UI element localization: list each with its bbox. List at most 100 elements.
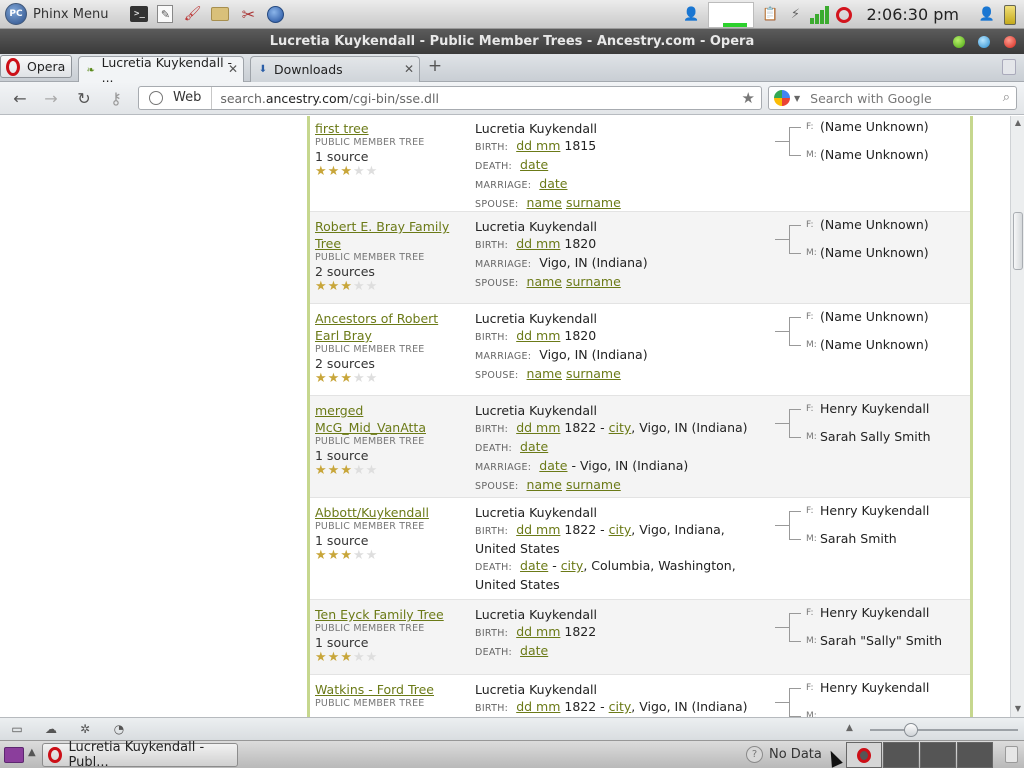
google-icon[interactable] xyxy=(774,90,790,106)
tree-name-link[interactable]: Ten Eyck Family Tree xyxy=(315,606,465,623)
closed-tabs-trash-icon[interactable] xyxy=(1002,59,1016,75)
minimize-button[interactable] xyxy=(953,36,965,48)
scroll-down-icon[interactable]: ▼ xyxy=(1013,704,1023,714)
tab-lucretia[interactable]: ❧ Lucretia Kuykendall - ... ✕ xyxy=(78,55,244,85)
tree-name-link[interactable]: Watkins - Ford Tree xyxy=(315,681,465,698)
battery-icon[interactable] xyxy=(1004,4,1016,25)
reload-icon[interactable]: ↻ xyxy=(74,89,94,108)
phinx-menu-button[interactable]: Phinx Menu xyxy=(33,7,108,22)
fact-link[interactable]: surname xyxy=(566,477,621,492)
zoom-slider-knob[interactable] xyxy=(904,723,918,737)
fact-link[interactable]: date xyxy=(520,157,548,172)
clock[interactable]: 2:06:30 pm xyxy=(866,5,959,24)
star-icon: ★ xyxy=(352,650,366,665)
fact-link[interactable]: surname xyxy=(566,195,621,210)
fact-link[interactable]: dd mm xyxy=(516,624,560,639)
scroll-up-icon[interactable]: ▲ xyxy=(1013,118,1023,128)
search-icon[interactable]: ⌕ xyxy=(1003,90,1010,105)
fact-line: SPOUSE: name surname xyxy=(475,365,765,384)
workspace-pager[interactable] xyxy=(846,742,994,768)
tree-type: PUBLIC MEMBER TREE xyxy=(315,521,425,532)
speed-dial-icon[interactable]: ◔ xyxy=(111,722,127,736)
tools-icon[interactable]: ✂ xyxy=(238,4,258,24)
signal-icon[interactable] xyxy=(810,5,830,24)
chevron-up-icon[interactable]: ▲ xyxy=(28,747,36,758)
fact-link[interactable]: city xyxy=(609,522,632,537)
unite-cloud-icon[interactable]: ☁ xyxy=(43,722,59,736)
fact-link[interactable]: surname xyxy=(566,366,621,381)
parents-column: F: (Name Unknown) M: (Name Unknown) xyxy=(775,120,965,176)
window-titlebar[interactable]: Lucretia Kuykendall - Public Member Tree… xyxy=(0,29,1024,54)
person-column: Lucretia Kuykendall BIRTH: dd mm 1822 - ci… xyxy=(475,504,765,593)
network-icon[interactable]: ⚡ xyxy=(786,6,804,24)
fact-link[interactable]: name xyxy=(527,477,562,492)
back-arrow-icon[interactable]: ← xyxy=(10,89,30,108)
chevron-down-icon[interactable]: ▼ xyxy=(794,94,800,103)
terminal-icon[interactable]: >_ xyxy=(130,6,149,22)
close-tab-icon[interactable]: ✕ xyxy=(228,62,238,76)
forward-arrow-icon[interactable]: → xyxy=(41,89,61,108)
fact-link[interactable]: dd mm xyxy=(516,420,560,435)
workspace-1[interactable] xyxy=(846,742,882,768)
clipboard-icon[interactable]: 📋 xyxy=(761,6,779,24)
text-editor-icon[interactable]: ✎ xyxy=(157,5,174,23)
tree-name-link[interactable]: first tree xyxy=(315,120,465,137)
user-switch-icon[interactable]: 👤 xyxy=(978,6,996,24)
fact-link[interactable]: city xyxy=(609,420,632,435)
fact-link[interactable]: date xyxy=(520,558,548,573)
weather-icon[interactable]: ? xyxy=(746,746,763,763)
workspace-4[interactable] xyxy=(957,742,993,768)
taskbar-window-button[interactable]: Lucretia Kuykendall - Publ... xyxy=(42,740,238,770)
turbo-icon[interactable]: ✲ xyxy=(77,722,93,736)
vertical-scrollbar[interactable]: ▲ ▼ xyxy=(1010,116,1024,717)
fact-link[interactable]: city xyxy=(609,699,632,714)
fact-link[interactable]: city xyxy=(561,558,584,573)
phinx-menu-logo-icon[interactable]: PC xyxy=(5,3,27,25)
workspace-2[interactable] xyxy=(883,742,919,768)
user-icon[interactable]: 👤 xyxy=(682,6,700,24)
fact-link[interactable]: dd mm xyxy=(516,236,560,251)
app-menu-icon[interactable] xyxy=(4,747,24,763)
address-field[interactable]: Web search.ancestry.com/cgi-bin/sse.dll … xyxy=(138,86,762,110)
url-text[interactable]: search.ancestry.com/cgi-bin/sse.dll xyxy=(220,91,439,106)
tree-name-link[interactable]: Ancestors of Robert Earl Bray xyxy=(315,310,465,344)
globe-icon[interactable] xyxy=(267,5,285,23)
paint-icon[interactable]: 🖌 xyxy=(182,4,202,24)
zoom-slider-track[interactable] xyxy=(870,729,1018,731)
scrollbar-thumb[interactable] xyxy=(1013,212,1023,270)
fact-link[interactable]: date xyxy=(539,458,567,473)
tree-name-link[interactable]: Abbott/Kuykendall xyxy=(315,504,465,521)
folder-icon[interactable] xyxy=(211,7,230,21)
fact-link[interactable]: date xyxy=(520,439,548,454)
fact-link[interactable]: name xyxy=(527,366,562,381)
close-tab-icon[interactable]: ✕ xyxy=(404,62,414,76)
search-field[interactable]: ▼ Search with Google ⌕ xyxy=(768,86,1017,110)
panel-toggle-icon[interactable]: ▭ xyxy=(9,722,25,736)
fact-link[interactable]: dd mm xyxy=(516,699,560,714)
fact-link[interactable]: dd mm xyxy=(516,328,560,343)
key-icon[interactable]: ⚷ xyxy=(106,89,126,108)
bookmark-star-icon[interactable]: ★ xyxy=(742,89,755,107)
web-badge[interactable]: Web xyxy=(173,87,213,109)
fact-link[interactable]: name xyxy=(527,274,562,289)
close-window-button[interactable] xyxy=(1004,36,1016,48)
fact-link[interactable]: date xyxy=(520,643,548,658)
tree-name-link[interactable]: merged McG_Mid_VanAtta xyxy=(315,402,465,436)
opera-icon[interactable] xyxy=(836,6,853,23)
weather-status[interactable]: No Data xyxy=(769,747,822,762)
fact-link[interactable]: date xyxy=(539,176,567,191)
trash-icon[interactable] xyxy=(1005,746,1018,763)
tree-name-link[interactable]: Robert E. Bray Family Tree xyxy=(315,218,465,252)
new-tab-icon[interactable]: + xyxy=(427,58,443,75)
fact-link[interactable]: surname xyxy=(566,274,621,289)
zoom-arrow-icon[interactable]: ▲ xyxy=(846,723,853,733)
fact-link[interactable]: dd mm xyxy=(516,522,560,537)
star-icon: ★ xyxy=(365,463,379,478)
tab-downloads[interactable]: ⬇ Downloads ✕ xyxy=(250,56,420,82)
fact-link[interactable]: name xyxy=(527,195,562,210)
workspace-3[interactable] xyxy=(920,742,956,768)
fact-link[interactable]: dd mm xyxy=(516,138,560,153)
fact-line: BIRTH: dd mm 1820 xyxy=(475,327,765,346)
maximize-button[interactable] xyxy=(978,36,990,48)
opera-menu-button[interactable]: Opera xyxy=(0,55,72,78)
